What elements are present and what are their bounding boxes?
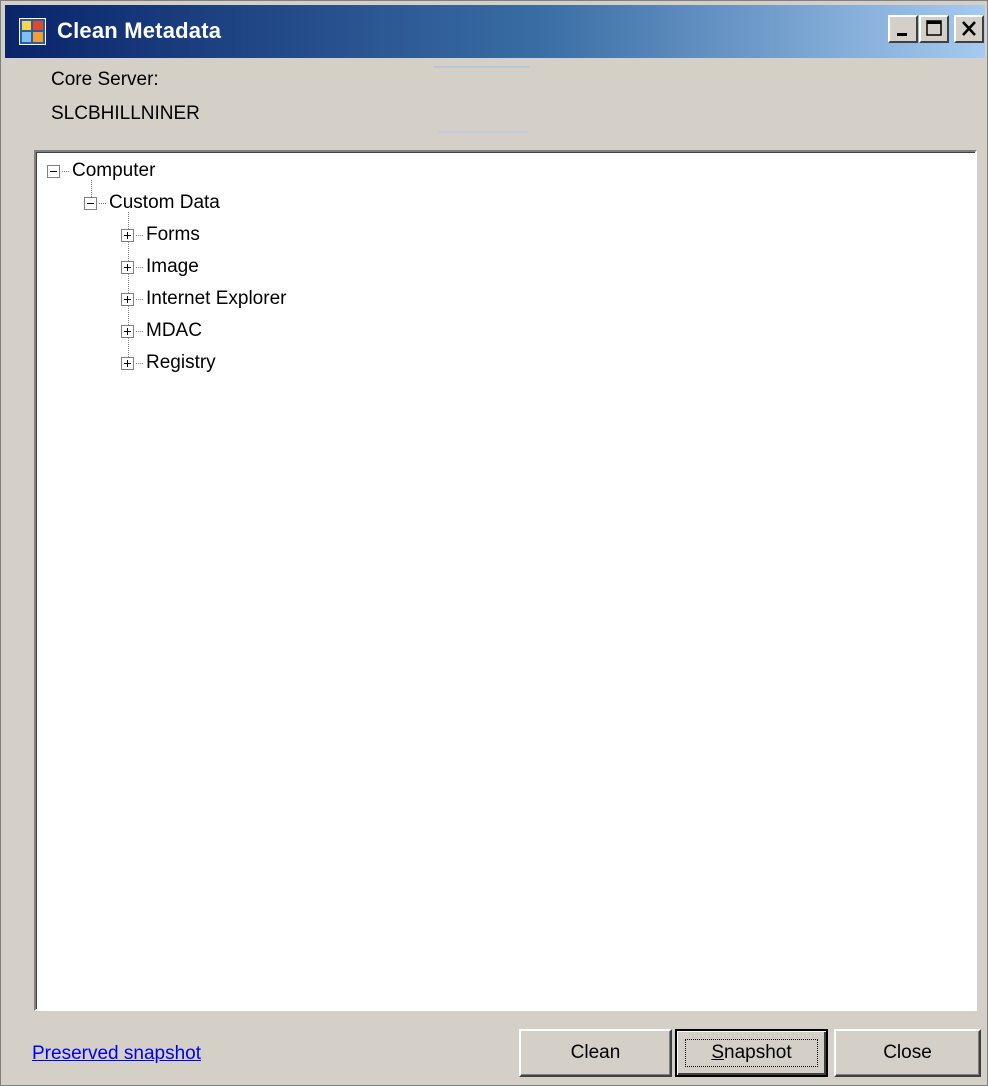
tree-node-label: Custom Data bbox=[109, 192, 220, 213]
expand-icon[interactable] bbox=[121, 229, 134, 242]
clean-button[interactable]: Clean bbox=[519, 1029, 672, 1077]
collapse-icon[interactable] bbox=[84, 197, 97, 210]
preserved-snapshot-link[interactable]: Preserved snapshot bbox=[32, 1042, 201, 1066]
expand-icon[interactable] bbox=[121, 357, 134, 370]
maximize-icon bbox=[926, 20, 942, 36]
close-window-button[interactable] bbox=[954, 15, 984, 43]
divider bbox=[438, 131, 528, 133]
tree-node-image[interactable]: Image bbox=[121, 253, 341, 281]
tree-node-custom-data[interactable]: Custom Data bbox=[84, 189, 304, 217]
core-server-label: Core Server: bbox=[51, 69, 159, 90]
tree-node-registry[interactable]: Registry bbox=[121, 349, 341, 377]
collapse-icon[interactable] bbox=[47, 165, 60, 178]
expand-icon[interactable] bbox=[121, 293, 134, 306]
tree-node-internet-explorer[interactable]: Internet Explorer bbox=[121, 285, 381, 313]
app-icon bbox=[19, 18, 46, 45]
tree-node-label: Image bbox=[146, 256, 199, 277]
tree-node-label: MDAC bbox=[146, 320, 202, 341]
tree-node-computer[interactable]: Computer bbox=[47, 157, 247, 185]
tree-node-label: Registry bbox=[146, 352, 216, 373]
tree-node-forms[interactable]: Forms bbox=[121, 221, 341, 249]
snapshot-button-label: Snapshot bbox=[711, 1042, 792, 1063]
metadata-tree[interactable]: Computer Custom Data Forms Image Interne… bbox=[34, 150, 977, 1011]
tree-node-label: Forms bbox=[146, 224, 200, 245]
clean-metadata-window: Clean Metadata Core Server: SLCBHILLNINE… bbox=[0, 0, 988, 1086]
core-server-value: SLCBHILLNINER bbox=[51, 103, 200, 124]
expand-icon[interactable] bbox=[121, 325, 134, 338]
tree-node-label: Computer bbox=[72, 160, 156, 181]
expand-icon[interactable] bbox=[121, 261, 134, 274]
title-bar[interactable]: Clean Metadata bbox=[5, 5, 985, 58]
close-button[interactable]: Close bbox=[834, 1029, 981, 1077]
window-title: Clean Metadata bbox=[57, 18, 222, 43]
tree-node-mdac[interactable]: MDAC bbox=[121, 317, 341, 345]
minimize-button[interactable] bbox=[888, 15, 918, 43]
tree-node-label: Internet Explorer bbox=[146, 288, 287, 309]
snapshot-button[interactable]: Snapshot bbox=[675, 1029, 828, 1077]
maximize-button[interactable] bbox=[919, 15, 949, 43]
minimize-icon bbox=[897, 33, 907, 36]
divider bbox=[433, 66, 529, 68]
close-icon bbox=[962, 21, 976, 36]
